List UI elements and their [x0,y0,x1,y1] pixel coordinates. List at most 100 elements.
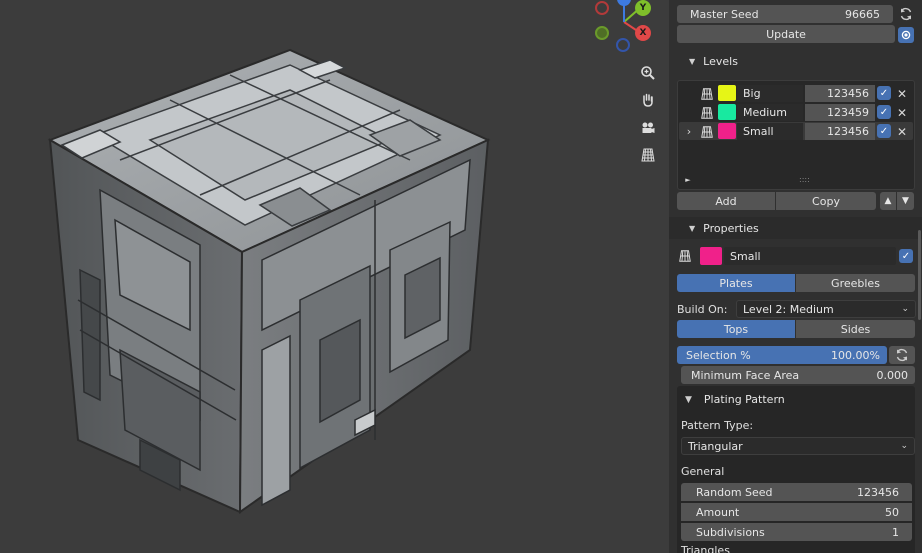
level-seed-field[interactable]: 123456 [805,85,875,102]
build-on-dropdown[interactable]: Level 2: Medium ⌄ [736,300,916,318]
subdivisions-field[interactable]: Subdivisions 1 [681,523,912,541]
tab-greebles[interactable]: Greebles [796,274,915,292]
list-resize-handle[interactable]: :::: [799,175,810,184]
general-label: General [681,465,725,478]
tab-plates[interactable]: Plates [677,274,795,292]
level-seed: 123459 [827,106,869,119]
gizmo-y-axis[interactable]: Y [635,0,651,16]
move-up-button[interactable]: ▲ [880,192,896,210]
properties-section-header[interactable]: ▼ Properties [689,222,759,235]
update-label: Update [766,27,806,41]
minimum-face-area-label: Minimum Face Area [691,368,800,382]
subdivisions-value: 1 [892,525,899,539]
level-seed-field[interactable]: 123456 [805,123,875,140]
chevron-down-icon: ⌄ [900,441,908,451]
tab-tops[interactable]: Tops [677,320,795,338]
3d-viewport[interactable]: Y X [0,0,669,553]
refresh-icon [896,348,908,362]
level-seed: 123456 [827,87,869,100]
auto-update-toggle-icon[interactable] [898,27,914,43]
selected-level-name: Small [730,249,761,263]
hand-icon[interactable] [636,88,660,112]
level-seed: 123456 [827,125,869,138]
selected-level-color-swatch[interactable] [700,247,722,265]
tab-greebles-label: Greebles [831,276,880,290]
level-name-field[interactable]: Medium [737,104,803,121]
tab-plates-label: Plates [719,276,753,290]
chevron-right-icon[interactable]: › [683,123,695,140]
properties-panel: Master Seed 96665 Update ▼ Levels Big 12… [669,0,922,553]
grid-icon [677,247,693,265]
level-name-field[interactable]: Small [737,123,803,140]
levels-title: Levels [703,55,738,68]
expand-triangle-icon: ▼ [689,57,696,66]
minimum-face-area-value: 0.000 [876,368,909,382]
levels-section-header[interactable]: ▼ Levels [689,55,738,68]
level-name-field[interactable]: Big [737,85,803,102]
selected-level-name-field[interactable]: Small [724,247,896,265]
master-seed-field[interactable]: Master Seed 96665 [677,5,893,23]
gizmo-y-label: Y [639,3,647,13]
level-seed-field[interactable]: 123459 [805,104,875,121]
grid-icon [699,85,715,102]
selection-percent-label: Selection % [686,348,751,362]
level-enabled-checkbox[interactable]: ✓ [877,86,891,100]
refresh-selection-button[interactable] [889,346,915,364]
greeble-cube-render [47,48,491,514]
gizmo-x-axis[interactable]: X [635,25,651,41]
plating-pattern-title: Plating Pattern [703,393,785,406]
add-level-button[interactable]: Add [677,192,775,210]
amount-field[interactable]: Amount 50 [681,503,912,521]
level-enabled-checkbox[interactable]: ✓ [877,105,891,119]
random-seed-label: Random Seed [696,485,773,499]
list-filter-triangle-icon[interactable]: ► [683,174,693,186]
selected-level-enabled-checkbox[interactable]: ✓ [899,249,913,263]
tab-tops-label: Tops [723,322,749,336]
level-color-swatch[interactable] [718,85,736,101]
build-on-value: Level 2: Medium [743,302,834,316]
tab-sides[interactable]: Sides [796,320,915,338]
random-seed-value: 123456 [857,485,899,499]
update-button[interactable]: Update [677,25,895,43]
amount-label: Amount [696,505,740,519]
master-seed-label: Master Seed [690,7,759,21]
grid-icon [699,123,715,140]
move-down-button[interactable]: ▼ [897,192,914,210]
level-color-swatch[interactable] [718,123,736,139]
properties-title: Properties [703,222,759,235]
selection-percent-value: 100.00% [831,348,880,362]
triangles-label: Triangles [681,544,730,553]
grid-icon [699,104,715,121]
copy-level-button[interactable]: Copy [776,192,876,210]
level-color-swatch[interactable] [718,104,736,120]
build-on-label: Build On: [677,303,728,316]
grid-icon[interactable] [636,143,660,167]
pattern-type-value: Triangular [688,439,743,453]
selection-percent-slider[interactable]: Selection % 100.00% [677,346,887,364]
tab-sides-label: Sides [840,322,871,336]
subdivisions-label: Subdivisions [696,525,765,539]
level-enabled-checkbox[interactable]: ✓ [877,124,891,138]
level-name: Medium [743,106,787,119]
close-icon[interactable]: ✕ [895,85,909,102]
amount-value: 50 [885,505,899,519]
close-icon[interactable]: ✕ [895,123,909,140]
level-name: Small [743,125,774,138]
pattern-type-label: Pattern Type: [681,419,754,432]
refresh-seed-icon[interactable] [897,5,915,23]
minimum-face-area-field[interactable]: Minimum Face Area 0.000 [681,366,915,384]
expand-triangle-icon: ▼ [689,224,696,233]
plating-pattern-header[interactable]: ▼ Plating Pattern [685,393,785,406]
add-label: Add [715,194,737,208]
expand-triangle-icon: ▼ [685,394,692,405]
gizmo-x-label: X [639,28,647,38]
level-name: Big [743,87,761,100]
close-icon[interactable]: ✕ [895,104,909,121]
pattern-type-dropdown[interactable]: Triangular ⌄ [681,437,915,455]
camera-icon[interactable] [636,116,660,140]
zoom-icon[interactable] [636,61,660,85]
copy-label: Copy [812,194,840,208]
panel-scrollbar[interactable] [918,230,921,320]
master-seed-value: 96665 [845,7,880,21]
random-seed-field[interactable]: Random Seed 123456 [681,483,912,501]
